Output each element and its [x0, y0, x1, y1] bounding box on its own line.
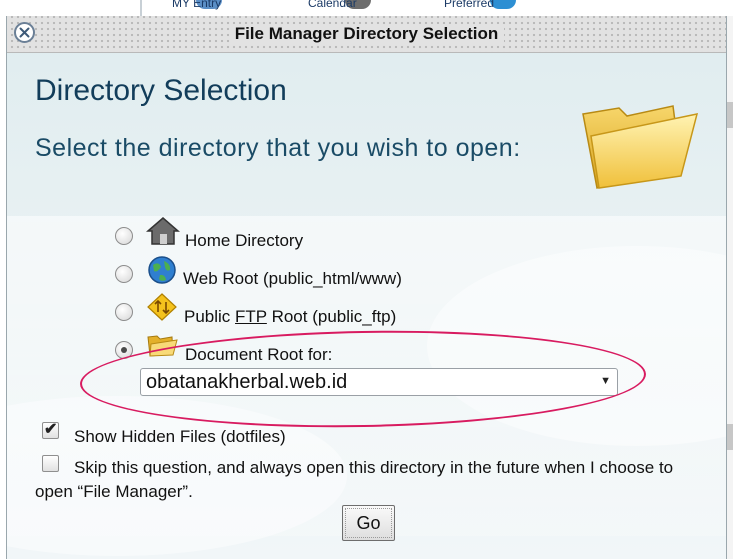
- directory-selection-dialog: File Manager Directory Selection Directo…: [6, 16, 727, 559]
- folder-icon: [147, 335, 178, 357]
- skip-question-label[interactable]: Skip this question, and always open this…: [35, 456, 675, 504]
- document-root-select[interactable]: obatanakherbal.web.id ▼: [140, 368, 618, 396]
- public-ftp-radio[interactable]: [115, 303, 133, 321]
- dialog-title: File Manager Directory Selection: [228, 24, 505, 43]
- background-page: MY Entry Calendar Preferred: [0, 0, 733, 16]
- document-root-label[interactable]: Document Root for:: [185, 345, 332, 365]
- home-directory-label[interactable]: Home Directory: [185, 231, 303, 251]
- open-folder-icon: [582, 105, 699, 189]
- globe-icon: [148, 256, 176, 284]
- go-button[interactable]: Go: [342, 505, 395, 541]
- ftp-icon: [147, 293, 177, 321]
- background-text: Preferred: [444, 0, 495, 10]
- show-hidden-files-label[interactable]: Show Hidden Files (dotfiles): [74, 425, 286, 449]
- checkmark-icon: ✔: [44, 421, 58, 438]
- background-mark: [726, 102, 733, 128]
- close-button[interactable]: [14, 22, 35, 43]
- background-edge: [726, 16, 733, 559]
- background-divider: [140, 0, 142, 16]
- dialog-titlebar[interactable]: File Manager Directory Selection: [7, 16, 726, 53]
- document-root-select-value: obatanakherbal.web.id: [146, 371, 348, 393]
- home-icon: [146, 217, 180, 245]
- public-ftp-label[interactable]: Public FTP Root (public_ftp): [184, 307, 396, 327]
- background-text: MY Entry: [172, 0, 222, 10]
- page-title: Directory Selection: [35, 74, 287, 107]
- close-icon: [19, 27, 30, 38]
- selection-prompt: Select the directory that you wish to op…: [35, 134, 521, 162]
- home-directory-radio[interactable]: [115, 227, 133, 245]
- web-root-radio[interactable]: [115, 265, 133, 283]
- background-mark: [726, 424, 733, 450]
- document-root-radio[interactable]: [115, 341, 133, 359]
- show-hidden-files-checkbox[interactable]: ✔: [42, 421, 59, 439]
- web-root-label[interactable]: Web Root (public_html/www): [183, 269, 402, 289]
- background-text: Calendar: [308, 0, 357, 10]
- dropdown-arrow-icon: ▼: [600, 375, 611, 387]
